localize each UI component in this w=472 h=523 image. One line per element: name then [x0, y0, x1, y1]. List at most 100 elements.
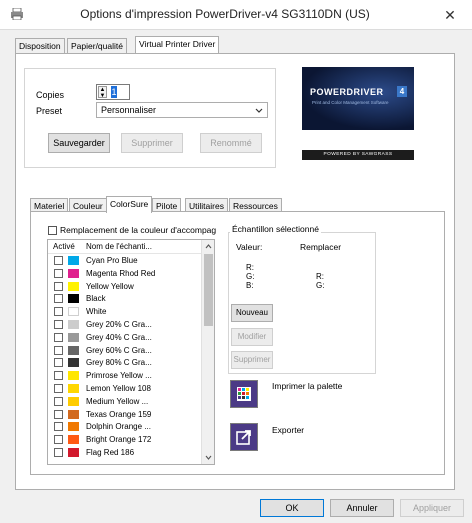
export-button[interactable]	[230, 423, 258, 451]
swatch-name: Black	[86, 294, 106, 304]
logo-text: POWERDRIVER	[310, 87, 384, 97]
swatch-name: Lemon Yellow 108	[86, 384, 151, 393]
preset-value: Personnaliser	[101, 105, 157, 115]
scrollbar-thumb[interactable]	[204, 254, 213, 326]
value-rgb: R: G: B:	[246, 263, 254, 290]
swatch-checkbox[interactable]	[54, 320, 63, 329]
swatch-name: Dolphin Orange ...	[86, 422, 151, 432]
swatch-checkbox[interactable]	[54, 307, 63, 317]
delete-sample-button[interactable]: Supprimer	[231, 351, 273, 369]
list-item[interactable]: Cyan Pro Blue	[48, 255, 200, 267]
list-item[interactable]: Grey 60% C Gra...	[48, 345, 200, 357]
logo-tagline: Print and Color Management Software	[312, 100, 389, 105]
swatch-name: Grey 40% C Gra...	[86, 332, 152, 342]
value-b-label: B:	[246, 281, 254, 290]
print-palette-label: Imprimer la palette	[272, 381, 343, 391]
export-icon	[236, 430, 251, 445]
tab-colorsure[interactable]: ColorSure	[106, 196, 153, 213]
apply-button[interactable]: Appliquer	[400, 499, 464, 517]
swatch-list[interactable]: Activé Nom de l'échanti... Cyan Pro Blue…	[47, 239, 215, 465]
list-item[interactable]: Primrose Yellow ...	[48, 370, 200, 382]
list-item[interactable]: Texas Orange 159	[48, 409, 200, 421]
swatch-checkbox[interactable]	[54, 294, 63, 304]
swatch-color-chip	[68, 384, 79, 393]
swatch-color-chip	[68, 422, 79, 432]
list-header: Activé Nom de l'échanti...	[48, 240, 214, 254]
swatch-color-chip	[68, 281, 79, 291]
swatch-checkbox[interactable]	[54, 384, 63, 393]
swatch-checkbox[interactable]	[54, 409, 63, 419]
swatch-checkbox[interactable]	[54, 268, 63, 278]
swatch-checkbox[interactable]	[54, 332, 63, 342]
list-item[interactable]: Magenta Rhod Red	[48, 268, 200, 280]
preset-select[interactable]: Personnaliser	[96, 102, 268, 118]
replace-rgb: R: G:	[316, 272, 324, 290]
column-header-name: Nom de l'échanti...	[86, 242, 153, 251]
ok-button[interactable]: OK	[260, 499, 324, 517]
preset-group	[24, 68, 276, 168]
list-item[interactable]: Yellow Yellow	[48, 281, 200, 293]
copies-stepper[interactable]: ▲ ▼ 1	[96, 84, 130, 100]
swatch-name: Grey 60% C Gra...	[86, 345, 152, 355]
replace-g-label: G:	[316, 281, 325, 290]
list-item[interactable]: Grey 20% C Gra...	[48, 319, 200, 331]
list-item[interactable]: Dolphin Orange ...	[48, 421, 200, 433]
powerdriver-logo: POWERDRIVER 4 Print and Color Management…	[302, 67, 414, 130]
vertical-scrollbar[interactable]	[201, 240, 214, 464]
palette-icon	[237, 387, 251, 401]
scroll-down-icon[interactable]	[205, 455, 212, 460]
swatch-checkbox[interactable]	[54, 396, 63, 406]
swatch-color-chip	[68, 320, 79, 329]
spot-replace-checkbox[interactable]	[48, 226, 57, 235]
list-item[interactable]: White	[48, 306, 200, 318]
outer-tab-bar: Disposition Papier/qualité Virtual Print…	[15, 36, 455, 54]
swatch-name: Texas Orange 159	[86, 409, 152, 419]
sawgrass-badge: POWERED BY SAWGRASS	[302, 150, 414, 160]
printer-icon	[11, 8, 23, 20]
tab-papier-qualite[interactable]: Papier/qualité	[67, 38, 127, 53]
swatch-checkbox[interactable]	[54, 345, 63, 355]
save-preset-button[interactable]: Sauvegarder	[48, 133, 110, 153]
swatch-color-chip	[68, 435, 79, 445]
spot-replace-label: Remplacement de la couleur d'accompag	[60, 225, 217, 235]
logo-badge: 4	[397, 86, 407, 97]
swatch-name: Medium Yellow ...	[86, 396, 149, 406]
swatch-checkbox[interactable]	[54, 256, 63, 265]
list-item[interactable]: Flag Red 186	[48, 447, 200, 459]
close-button[interactable]: ✕	[436, 4, 464, 26]
swatch-color-chip	[68, 358, 79, 368]
swatch-name: Primrose Yellow ...	[86, 371, 152, 381]
new-sample-button[interactable]: Nouveau	[231, 304, 273, 322]
replace-label: Remplacer	[300, 242, 342, 252]
rename-preset-button[interactable]: Renommé	[200, 133, 262, 153]
swatch-color-chip	[68, 307, 79, 317]
tab-virtual-printer-driver[interactable]: Virtual Printer Driver	[135, 36, 220, 53]
value-g-label: G:	[246, 272, 255, 281]
list-item[interactable]: Black	[48, 293, 200, 305]
swatch-color-chip	[68, 268, 79, 278]
copies-value[interactable]: 1	[111, 86, 117, 98]
tab-disposition[interactable]: Disposition	[15, 38, 65, 53]
modify-sample-button[interactable]: Modifier	[231, 328, 273, 346]
cancel-button[interactable]: Annuler	[330, 499, 394, 517]
scroll-up-icon[interactable]	[205, 244, 212, 249]
swatch-checkbox[interactable]	[54, 448, 63, 457]
swatch-checkbox[interactable]	[54, 281, 63, 291]
title-bar: Options d'impression PowerDriver-v4 SG31…	[0, 0, 472, 30]
swatch-checkbox[interactable]	[54, 371, 63, 381]
swatch-checkbox[interactable]	[54, 435, 63, 445]
swatch-checkbox[interactable]	[54, 422, 63, 432]
list-item[interactable]: Grey 40% C Gra...	[48, 332, 200, 344]
swatch-color-chip	[68, 345, 79, 355]
list-item[interactable]: Lemon Yellow 108	[48, 383, 200, 395]
value-r-label: R:	[246, 263, 254, 272]
spin-arrows-icon[interactable]: ▲ ▼	[98, 86, 107, 99]
print-palette-button[interactable]	[230, 380, 258, 408]
delete-preset-button[interactable]: Supprimer	[121, 133, 183, 153]
swatch-color-chip	[68, 332, 79, 342]
value-label: Valeur:	[236, 242, 263, 252]
swatch-checkbox[interactable]	[54, 358, 63, 368]
list-item[interactable]: Medium Yellow ...	[48, 396, 200, 408]
list-item[interactable]: Grey 80% C Gra...	[48, 357, 200, 369]
list-item[interactable]: Bright Orange 172	[48, 434, 200, 446]
